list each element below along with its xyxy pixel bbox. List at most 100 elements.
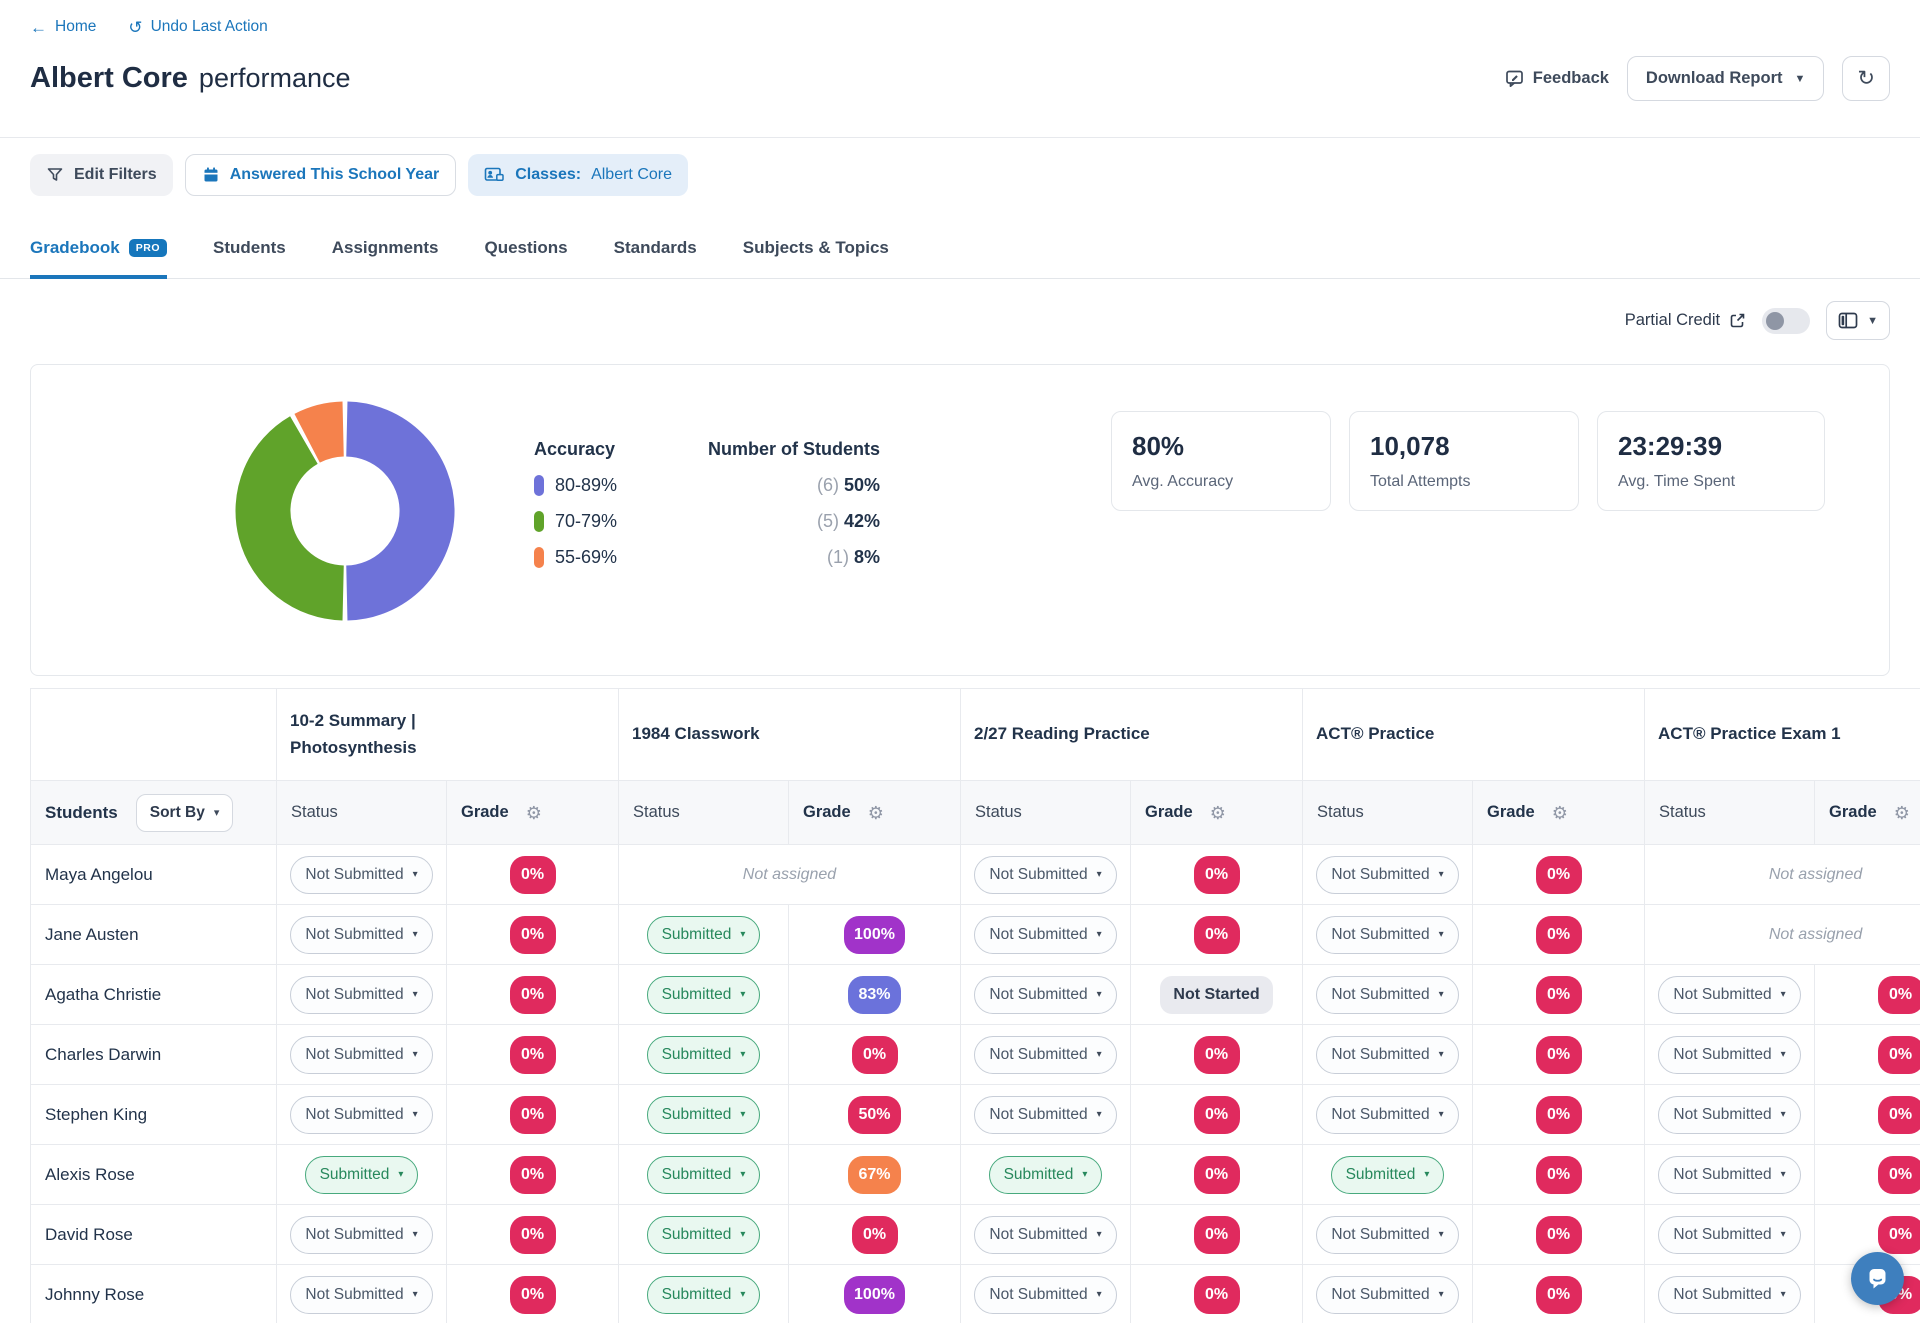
student-name: Jane Austen [31,905,277,965]
status-cell: Not Submitted▾ [277,1205,447,1265]
download-report-button[interactable]: Download Report ▼ [1627,56,1824,101]
status-dropdown[interactable]: Not Submitted▾ [1658,976,1800,1014]
column-settings-button[interactable]: ▼ [1826,301,1890,340]
status-dropdown[interactable]: Not Submitted▾ [974,916,1116,954]
tab-standards[interactable]: Standards [614,238,697,279]
status-dropdown[interactable]: Submitted▾ [305,1156,419,1194]
status-dropdown[interactable]: Not Submitted▾ [1658,1096,1800,1134]
status-dropdown[interactable]: Not Submitted▾ [290,1276,432,1314]
status-dropdown[interactable]: Not Submitted▾ [1316,916,1458,954]
status-dropdown[interactable]: Not Submitted▾ [1316,1096,1458,1134]
status-cell: Not Submitted▾ [1645,1145,1815,1205]
status-dropdown[interactable]: Not Submitted▾ [1658,1276,1800,1314]
status-dropdown[interactable]: Not Submitted▾ [974,1216,1116,1254]
legend-value: (5)42% [702,511,880,532]
home-link[interactable]: ← Home [30,18,96,36]
tab-label: Questions [485,238,568,258]
grade-settings-gear-icon[interactable]: ⚙ [868,804,884,822]
feedback-button[interactable]: Feedback [1505,69,1609,88]
status-dropdown[interactable]: Not Submitted▾ [1316,976,1458,1014]
feedback-icon [1505,69,1524,88]
status-column-header: Status [277,781,447,845]
tab-students[interactable]: Students [213,238,286,279]
grade-cell: 100% [789,1265,961,1323]
tab-gradebook[interactable]: GradebookPRO [30,238,167,279]
grade-cell: 0% [447,1025,619,1085]
tab-subjects-topics[interactable]: Subjects & Topics [743,238,889,279]
accuracy-donut-chart [235,401,455,621]
chevron-down-icon: ▾ [740,1109,745,1120]
filter-chip-answered-this-school-year[interactable]: Answered This School Year [185,154,457,196]
table-row: Maya AngelouNot Submitted▾0%Not assigned… [31,845,1920,905]
tab-label: Students [213,238,286,258]
status-dropdown[interactable]: Not Submitted▾ [1316,1036,1458,1074]
status-dropdown[interactable]: Submitted▾ [989,1156,1103,1194]
gradebook-table-container: 10-2 Summary | Photosynthesis1984 Classw… [30,688,1920,1323]
chat-launcher-button[interactable] [1851,1252,1904,1305]
undo-last-action-link[interactable]: ↺ Undo Last Action [128,18,267,36]
status-dropdown[interactable]: Not Submitted▾ [290,856,432,894]
status-dropdown[interactable]: Submitted▾ [647,1276,761,1314]
edit-filters-button[interactable]: Edit Filters [30,154,173,196]
status-cell: Not Submitted▾ [961,1025,1131,1085]
status-dropdown[interactable]: Submitted▾ [647,916,761,954]
status-cell: Not Submitted▾ [1303,845,1473,905]
status-dropdown[interactable]: Not Submitted▾ [1316,1216,1458,1254]
grade-settings-gear-icon[interactable]: ⚙ [526,804,542,822]
status-dropdown[interactable]: Not Submitted▾ [290,1096,432,1134]
status-dropdown[interactable]: Not Submitted▾ [290,1036,432,1074]
status-dropdown[interactable]: Not Submitted▾ [290,976,432,1014]
status-dropdown[interactable]: Not Submitted▾ [1316,1276,1458,1314]
status-dropdown[interactable]: Not Submitted▾ [290,1216,432,1254]
status-dropdown[interactable]: Not Submitted▾ [1658,1216,1800,1254]
legend-student-count: (5) [817,511,839,531]
tab-assignments[interactable]: Assignments [332,238,439,279]
grade-badge: 0% [1878,1096,1920,1134]
assignment-title: 1984 Classwork [632,721,844,747]
grade-badge: 0% [1194,1216,1240,1254]
page-title: Albert Core performance [30,62,351,95]
status-dropdown[interactable]: Submitted▾ [647,1096,761,1134]
chevron-down-icon: ▾ [1781,1049,1786,1060]
grade-badge: 100% [844,916,905,954]
status-dropdown[interactable]: Not Submitted▾ [290,916,432,954]
status-dropdown[interactable]: Not Submitted▾ [974,976,1116,1014]
status-dropdown[interactable]: Not Submitted▾ [974,1036,1116,1074]
status-dropdown[interactable]: Not Submitted▾ [974,1096,1116,1134]
status-dropdown[interactable]: Submitted▾ [647,1216,761,1254]
grade-settings-gear-icon[interactable]: ⚙ [1894,804,1910,822]
grade-badge: 0% [852,1216,898,1254]
not-assigned-cell: Not assigned [1645,905,1920,965]
status-column-header: Status [961,781,1131,845]
status-dropdown[interactable]: Not Submitted▾ [1658,1156,1800,1194]
refresh-button[interactable]: ↻ [1842,56,1890,101]
status-label: Not Submitted [305,926,403,944]
filter-chip-classes[interactable]: Classes: Albert Core [468,154,688,196]
partial-credit-link[interactable]: Partial Credit [1625,311,1746,330]
status-dropdown[interactable]: Not Submitted▾ [1658,1036,1800,1074]
status-dropdown[interactable]: Submitted▾ [647,976,761,1014]
status-cell: Submitted▾ [619,1025,789,1085]
grade-badge: 0% [510,1216,556,1254]
page-header: Albert Core performance Feedback Downloa… [0,36,1920,137]
grade-settings-gear-icon[interactable]: ⚙ [1552,804,1568,822]
chevron-down-icon: ▾ [1439,1229,1444,1240]
status-dropdown[interactable]: Not Submitted▾ [974,856,1116,894]
grade-badge: 0% [1194,856,1240,894]
status-dropdown[interactable]: Submitted▾ [647,1036,761,1074]
chevron-down-icon: ▾ [740,929,745,940]
partial-credit-toggle[interactable] [1762,308,1810,334]
status-dropdown[interactable]: Submitted▾ [647,1156,761,1194]
status-dropdown[interactable]: Submitted▾ [1331,1156,1445,1194]
status-dropdown[interactable]: Not Submitted▾ [974,1276,1116,1314]
status-dropdown[interactable]: Not Submitted▾ [1316,856,1458,894]
tab-questions[interactable]: Questions [485,238,568,279]
grade-settings-gear-icon[interactable]: ⚙ [1210,804,1226,822]
status-label: Not Submitted [989,1226,1087,1244]
filter-icon [46,166,64,184]
grade-cell: 0% [1131,845,1303,905]
chevron-down-icon: ▾ [413,989,418,1000]
chevron-down-icon: ▾ [1439,1289,1444,1300]
sort-by-button[interactable]: Sort By▾ [136,794,234,832]
legend-percent: 50% [844,475,880,495]
